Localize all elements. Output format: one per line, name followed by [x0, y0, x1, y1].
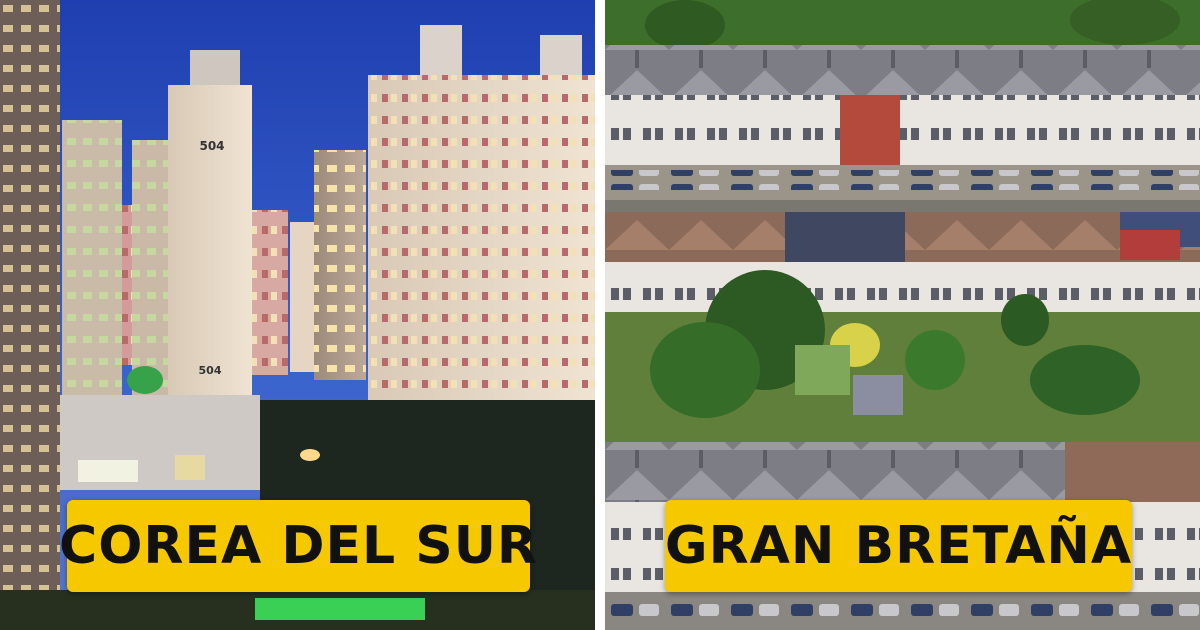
great-britain-photo: GRAN BRETAÑA — [605, 0, 1200, 630]
caption-great-britain: GRAN BRETAÑA — [665, 500, 1132, 592]
building-number-upper: 504 — [199, 139, 224, 153]
building-number-lower: 504 — [199, 364, 222, 377]
comparison-image: 504 504 COREA DEL SUR GRAN BRETAÑA — [0, 0, 1200, 630]
south-korea-photo: 504 504 COREA DEL SUR — [0, 0, 595, 630]
caption-south-korea: COREA DEL SUR — [59, 500, 537, 592]
